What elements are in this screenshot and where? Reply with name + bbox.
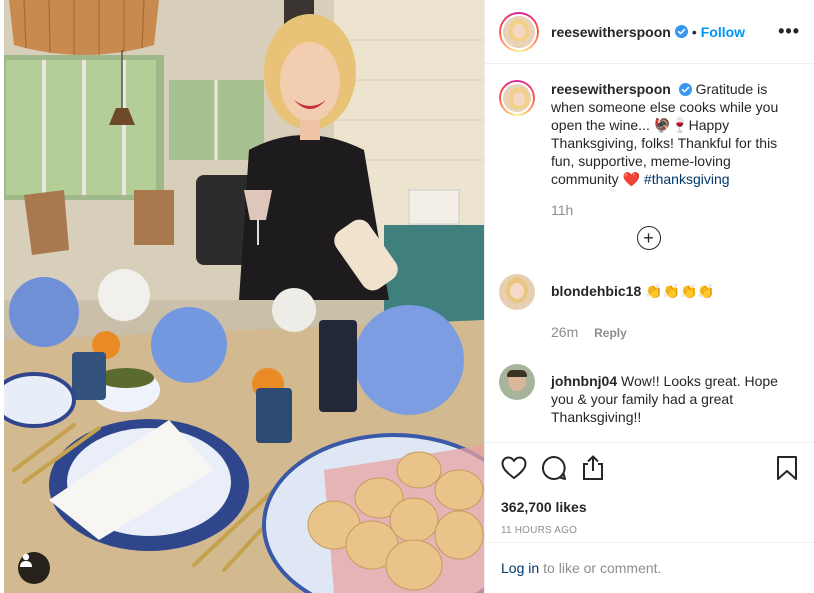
post-photo[interactable]	[4, 0, 484, 593]
login-link[interactable]: Log in	[501, 560, 539, 576]
verified-badge-icon	[678, 83, 692, 96]
caption-text: reesewitherspoon Gratitude is when someo…	[551, 80, 798, 188]
comment-icon[interactable]	[541, 455, 567, 481]
login-prompt-text: to like or comment.	[543, 560, 662, 576]
commenter-avatar[interactable]	[499, 274, 535, 310]
commenter-avatar[interactable]	[499, 364, 535, 400]
login-prompt: Log in to like or comment.	[485, 542, 814, 593]
caption-username[interactable]: reesewitherspoon	[551, 81, 671, 97]
likes-count[interactable]: 362,700 likes	[501, 499, 798, 515]
comments-section[interactable]: reesewitherspoon Gratitude is when someo…	[485, 80, 814, 442]
tagged-users-button[interactable]	[18, 552, 50, 584]
bookmark-icon[interactable]	[776, 455, 798, 481]
photo-illustration	[4, 0, 484, 593]
caption-time[interactable]: 11h	[551, 202, 798, 218]
share-icon[interactable]	[581, 455, 605, 481]
comment-username[interactable]: blondehbic18	[551, 283, 641, 299]
comment-item: johnbnj04 Wow!! Looks great. Hope you & …	[499, 364, 798, 426]
follow-button[interactable]: Follow	[701, 24, 745, 40]
post-actions: 362,700 likes 11 HOURS AGO	[485, 442, 814, 536]
post-sidebar: reesewitherspoon • Follow ••• reesewithe…	[484, 0, 814, 593]
header-username[interactable]: reesewitherspoon	[551, 24, 671, 40]
caption: reesewitherspoon Gratitude is when someo…	[499, 80, 798, 188]
comment-item: blondehbic18 👏👏👏👏 26m Reply	[499, 274, 798, 340]
heart-icon[interactable]	[501, 456, 527, 480]
user-icon	[20, 553, 32, 567]
verified-badge-icon	[674, 25, 688, 38]
comment-text: johnbnj04 Wow!! Looks great. Hope you & …	[551, 372, 798, 426]
more-options-button[interactable]: •••	[778, 21, 800, 42]
comment-text: blondehbic18 👏👏👏👏	[551, 282, 715, 300]
comment-body: 👏👏👏👏	[645, 283, 715, 299]
reply-button[interactable]: Reply	[594, 326, 627, 340]
caption-avatar[interactable]	[499, 80, 535, 116]
comment-username[interactable]: johnbnj04	[551, 373, 617, 389]
header-separator: •	[691, 23, 697, 40]
comment-time[interactable]: 26m	[551, 324, 578, 340]
hashtag-link[interactable]: #thanksgiving	[644, 171, 730, 187]
post-timestamp[interactable]: 11 HOURS AGO	[501, 525, 798, 536]
avatar[interactable]	[499, 11, 539, 52]
load-more-comments-button[interactable]: +	[636, 226, 661, 250]
post-header: reesewitherspoon • Follow •••	[485, 0, 814, 64]
